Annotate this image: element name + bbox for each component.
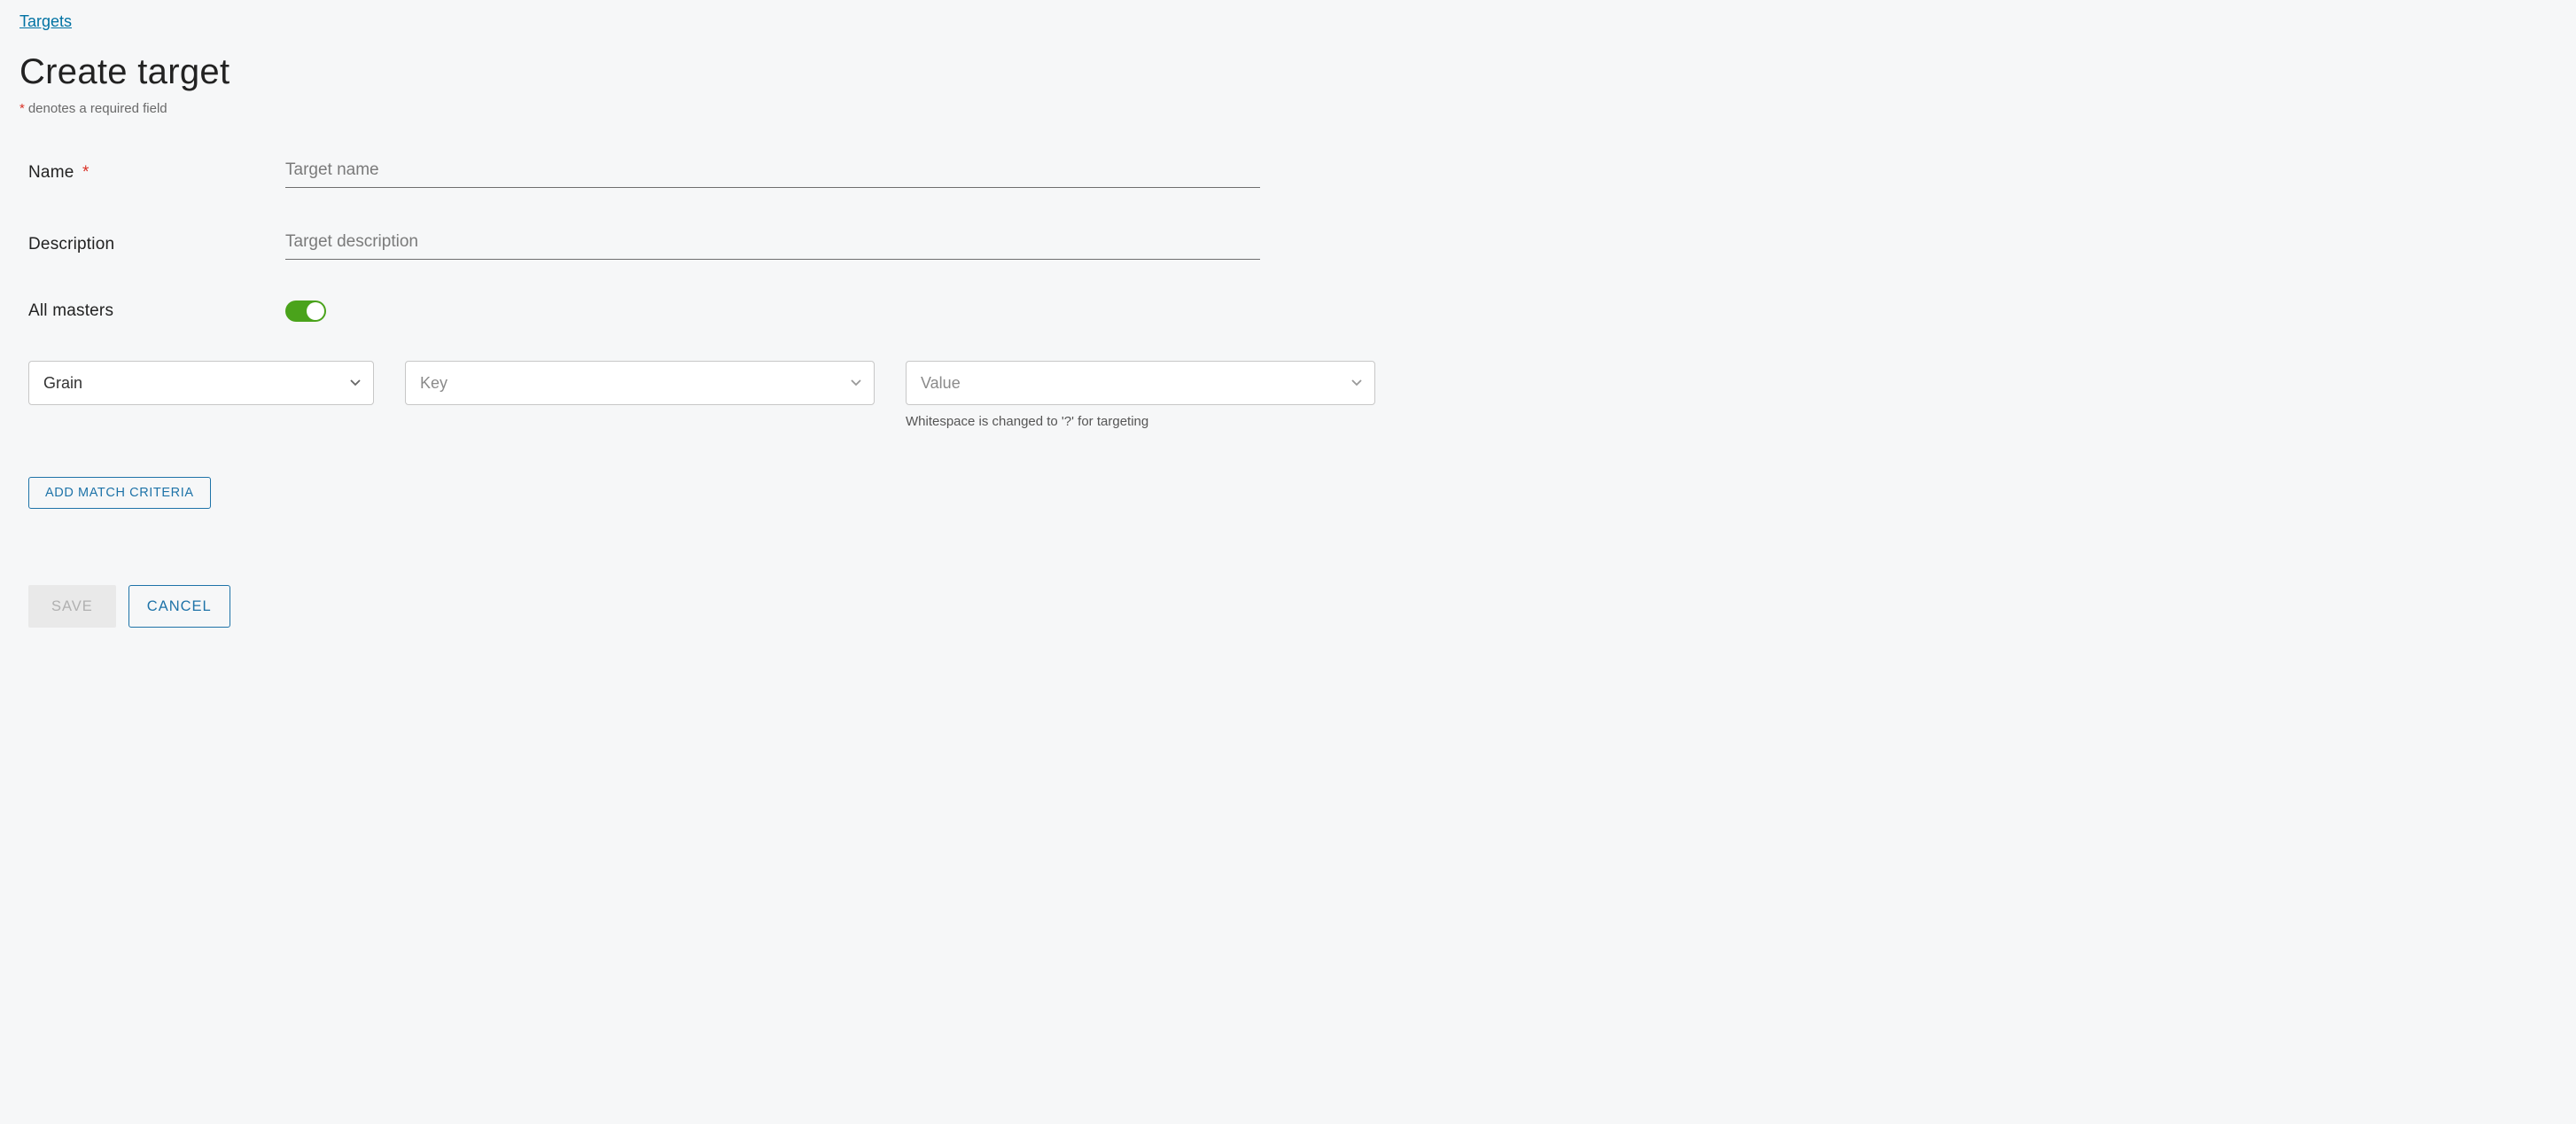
description-input[interactable] <box>285 229 1260 260</box>
criteria-type-select[interactable]: Grain <box>28 361 374 405</box>
criteria-key-select[interactable]: Key <box>405 361 875 405</box>
required-asterisk-icon: * <box>19 101 25 116</box>
form-actions: SAVE CANCEL <box>28 585 2557 628</box>
chevron-down-icon <box>851 379 861 386</box>
name-input[interactable] <box>285 157 1260 188</box>
all-masters-toggle[interactable] <box>285 301 326 322</box>
all-masters-label: All masters <box>28 301 285 321</box>
criteria-key-placeholder: Key <box>420 374 447 393</box>
cancel-button[interactable]: CANCEL <box>128 585 230 628</box>
add-match-criteria-button[interactable]: ADD MATCH CRITERIA <box>28 477 211 509</box>
name-label-text: Name <box>28 163 74 182</box>
save-button[interactable]: SAVE <box>28 585 116 628</box>
description-label: Description <box>28 235 285 254</box>
toggle-knob <box>307 302 324 320</box>
name-label: Name * <box>28 163 285 183</box>
page-title: Create target <box>19 52 2557 92</box>
required-field-note-text: denotes a required field <box>28 101 167 116</box>
criteria-type-selected: Grain <box>43 374 82 393</box>
required-asterisk-icon: * <box>82 163 89 182</box>
breadcrumb: Targets <box>19 12 2557 31</box>
criteria-value-helper: Whitespace is changed to '?' for targeti… <box>906 414 1375 429</box>
criteria-value-placeholder: Value <box>921 374 961 393</box>
criteria-value-select[interactable]: Value <box>906 361 1375 405</box>
chevron-down-icon <box>1351 379 1362 386</box>
match-criteria-row: Grain Key Value <box>28 361 2557 429</box>
chevron-down-icon <box>350 379 361 386</box>
breadcrumb-targets-link[interactable]: Targets <box>19 12 72 30</box>
required-field-note: *denotes a required field <box>19 101 2557 116</box>
